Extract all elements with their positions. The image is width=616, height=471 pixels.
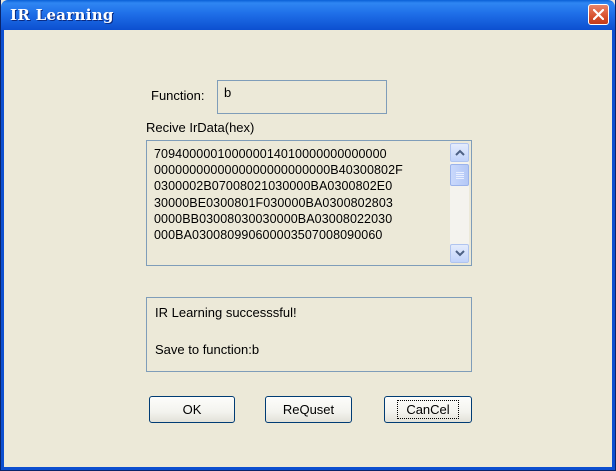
scroll-thumb[interactable]: [450, 164, 469, 186]
function-label: Function:: [151, 88, 205, 103]
ir-data-line: 0000BB03008030030000BA03008022030: [154, 211, 393, 226]
scroll-down-button[interactable]: [450, 244, 469, 263]
function-field[interactable]: b: [217, 80, 387, 114]
request-button[interactable]: ReQuset: [265, 396, 352, 423]
ir-learning-dialog: IR Learning Function: b Recive IrData(he…: [0, 0, 616, 471]
ir-data-label: Recive IrData(hex): [146, 120, 255, 135]
close-button[interactable]: [588, 4, 609, 25]
vertical-scrollbar[interactable]: [450, 143, 469, 263]
ir-data-line: 30000BE0300801F030000BA0300802803: [154, 195, 393, 210]
scroll-up-button[interactable]: [450, 143, 469, 162]
cancel-button[interactable]: CanCel: [384, 396, 472, 423]
ir-data-textarea[interactable]: 709400000100000014010000000000000 000000…: [146, 140, 472, 266]
ir-data-line: 709400000100000014010000000000000: [154, 147, 387, 161]
title-bar[interactable]: IR Learning: [1, 0, 615, 30]
status-message: IR Learning successsful!: [155, 305, 297, 320]
ok-button-label: OK: [182, 402, 202, 417]
chevron-up-icon: [455, 149, 465, 156]
cancel-button-label: CanCel: [397, 400, 459, 419]
ok-button[interactable]: OK: [149, 396, 235, 423]
close-icon: [593, 9, 604, 20]
ir-data-line: 000BA030080990600003507008090060: [154, 228, 383, 243]
ir-data-line: 0300002B07008021030000BA0300802E0: [154, 179, 393, 194]
request-button-label: ReQuset: [282, 402, 335, 417]
ir-data-text: 709400000100000014010000000000000 000000…: [154, 146, 446, 243]
status-panel: IR Learning successsful! Save to functio…: [146, 297, 472, 372]
chevron-down-icon: [455, 250, 465, 257]
window-title: IR Learning: [10, 6, 114, 24]
ir-data-line: 0000000000000000000000000B40300802F: [154, 163, 403, 178]
save-message: Save to function:b: [155, 342, 260, 357]
